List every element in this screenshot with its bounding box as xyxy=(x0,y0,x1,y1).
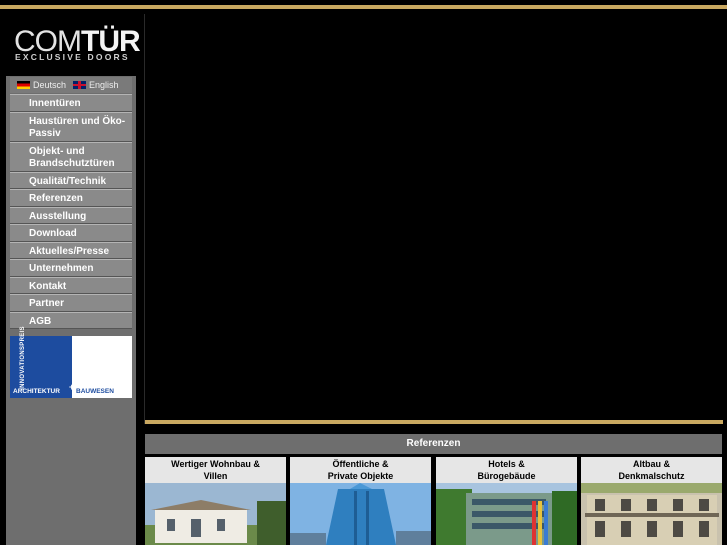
nav-item-unternehmen[interactable]: Unternehmen xyxy=(10,259,132,277)
content-accent-line xyxy=(145,420,723,424)
card-caption-line: Bürogebäude xyxy=(477,471,536,481)
nav-item-download[interactable]: Download xyxy=(10,224,132,242)
references-header: Referenzen xyxy=(145,434,722,454)
office-building-photo xyxy=(436,483,577,545)
language-switcher: Deutsch English xyxy=(10,77,132,93)
card-caption-line: Öffentliche & xyxy=(332,459,389,469)
nav-item-referenzen[interactable]: Referenzen xyxy=(10,189,132,207)
reference-card-altbau[interactable]: Altbau & Denkmalschutz xyxy=(581,457,722,545)
flag-gb-icon xyxy=(73,81,86,89)
nav-item-qualitaet-technik[interactable]: Qualität/Technik xyxy=(10,171,132,189)
top-accent-stripe xyxy=(0,5,727,9)
villa-photo xyxy=(145,483,286,545)
logo-tagline: EXCLUSIVE DOORS xyxy=(15,52,130,62)
award-banner-left-text: ARCHITEKTUR xyxy=(13,388,60,395)
card-caption: Öffentliche & Private Objekte xyxy=(290,457,431,483)
card-caption-line: Villen xyxy=(203,471,228,481)
card-caption: Altbau & Denkmalschutz xyxy=(581,457,722,483)
flag-de-icon xyxy=(17,81,30,89)
nav-item-partner[interactable]: Partner xyxy=(10,294,132,312)
card-caption-line: Private Objekte xyxy=(327,471,394,481)
award-banner[interactable]: INNOVATIONSPREIS ARCHITEKTUR + BAUWESEN xyxy=(10,326,132,398)
nav-item-ausstellung[interactable]: Ausstellung xyxy=(10,206,132,224)
content-divider xyxy=(144,14,145,424)
card-caption-line: Wertiger Wohnbau & xyxy=(171,459,260,469)
language-english[interactable]: English xyxy=(73,80,119,90)
nav-item-objekt-brandschutz[interactable]: Objekt- und Brandschutztüren xyxy=(10,141,132,172)
nav-item-kontakt[interactable]: Kontakt xyxy=(10,276,132,294)
main-navigation: Innentüren Haustüren und Öko-Passiv Obje… xyxy=(10,94,132,329)
award-banner-cross: + xyxy=(69,382,75,392)
language-deutsch[interactable]: Deutsch xyxy=(17,80,66,90)
card-caption: Hotels & Bürogebäude xyxy=(436,457,577,483)
language-label: Deutsch xyxy=(33,80,67,90)
card-caption: Wertiger Wohnbau & Villen xyxy=(145,457,286,483)
tower-photo xyxy=(290,483,431,545)
card-caption-line: Altbau & xyxy=(633,459,670,469)
language-label: English xyxy=(89,80,119,90)
historic-building-photo xyxy=(581,483,722,545)
award-banner-vertical-text: INNOVATIONSPREIS xyxy=(19,326,26,390)
logo[interactable]: COMTÜR EXCLUSIVE DOORS xyxy=(6,11,141,76)
nav-item-haustueren[interactable]: Haustüren und Öko-Passiv xyxy=(10,111,132,142)
card-caption-line: Hotels & xyxy=(488,459,525,469)
nav-item-agb[interactable]: AGB xyxy=(10,311,132,329)
reference-card-hotels[interactable]: Hotels & Bürogebäude xyxy=(436,457,577,545)
award-banner-right-text: BAUWESEN xyxy=(76,388,114,395)
nav-item-aktuelles-presse[interactable]: Aktuelles/Presse xyxy=(10,241,132,259)
card-caption-line: Denkmalschutz xyxy=(618,471,685,481)
nav-item-innentueren[interactable]: Innentüren xyxy=(10,94,132,112)
reference-card-wohnbau[interactable]: Wertiger Wohnbau & Villen xyxy=(145,457,286,545)
reference-card-objekte[interactable]: Öffentliche & Private Objekte xyxy=(290,457,431,545)
